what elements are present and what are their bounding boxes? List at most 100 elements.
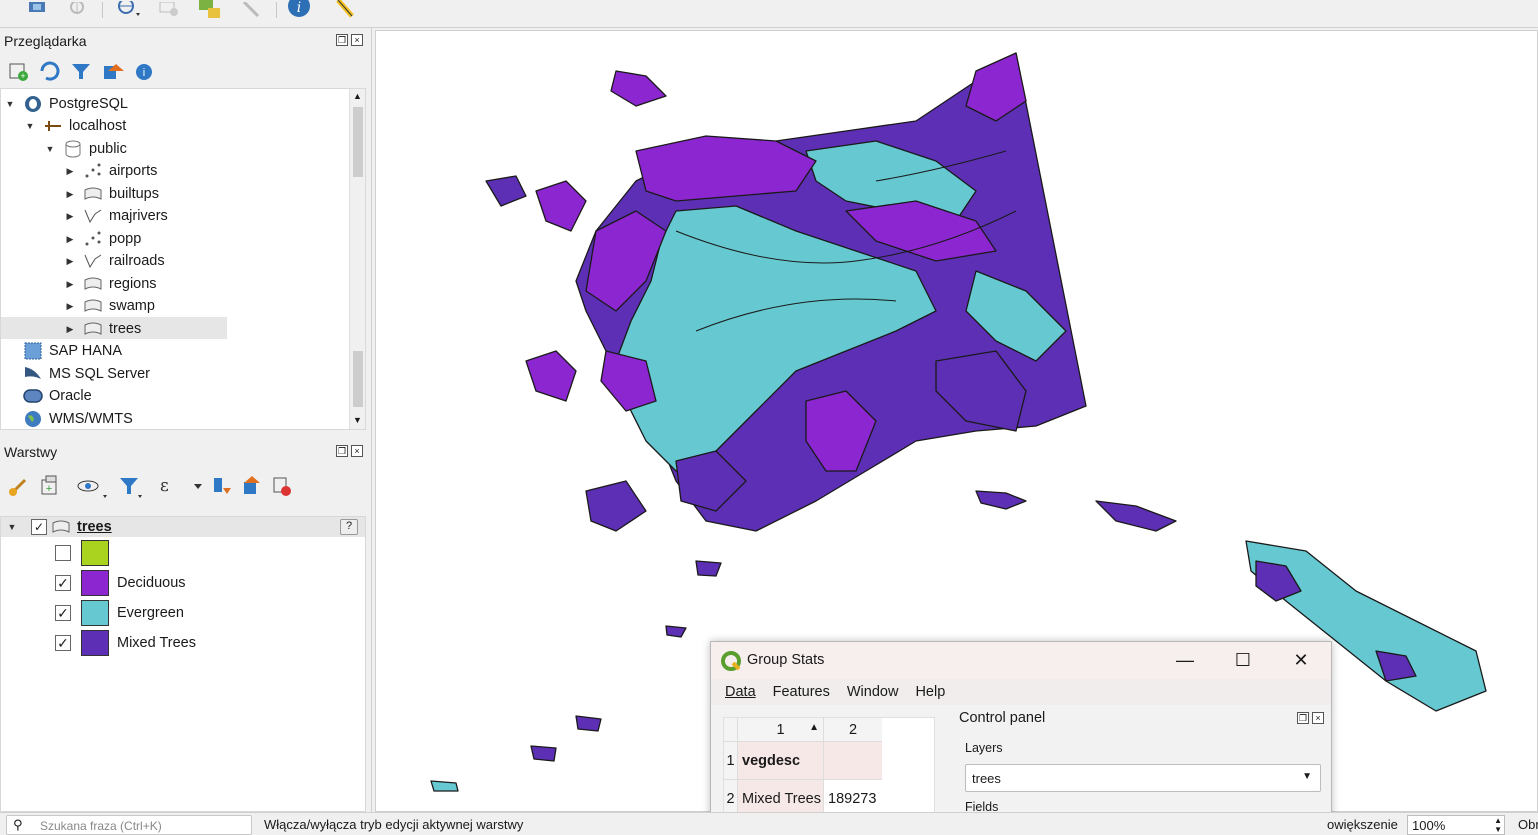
close-panel-icon[interactable]: × <box>351 445 363 457</box>
close-panel-icon[interactable]: × <box>351 34 363 46</box>
collapsed-arrow-icon[interactable]: ▶ <box>65 166 75 176</box>
locator-search[interactable]: ⚲ Szukana fraza (Ctrl+K) <box>6 815 252 835</box>
visibility-icon <box>77 480 107 498</box>
expand-arrow-icon[interactable]: ▼ <box>25 121 35 131</box>
tree-item-sap-hana[interactable]: SAP HANA <box>23 340 122 362</box>
collapsed-arrow-icon[interactable]: ▶ <box>65 211 75 221</box>
legend-swatch <box>81 630 109 656</box>
map-tips-icon[interactable] <box>330 0 356 20</box>
collapsed-arrow-icon[interactable]: ▶ <box>65 256 75 266</box>
search-icon: ⚲ <box>13 817 23 832</box>
collapsed-arrow-icon[interactable]: ▶ <box>65 279 75 289</box>
browser-panel-title: Przeglądarka <box>4 33 87 49</box>
collapsed-arrow-icon[interactable]: ▶ <box>65 234 75 244</box>
polygon-layer-icon <box>83 320 103 338</box>
legend-swatch <box>81 540 109 566</box>
deselect-icon[interactable] <box>156 0 182 20</box>
scroll-thumb-lower[interactable] <box>353 351 363 407</box>
legend-item[interactable]: ✓ Mixed Trees <box>55 629 196 657</box>
map-polygon-mixed <box>585 480 647 532</box>
window-titlebar[interactable]: Group Stats — ☐ ✕ <box>711 642 1331 679</box>
polygon-layer-icon <box>83 275 103 293</box>
pan-map-icon[interactable] <box>24 0 50 20</box>
tree-item-mssql[interactable]: MS SQL Server <box>23 363 150 385</box>
svg-text:+: + <box>20 71 25 81</box>
menu-data[interactable]: Data <box>725 684 756 700</box>
legend-item[interactable] <box>55 539 117 567</box>
tree-label: localhost <box>69 118 127 134</box>
collapsed-arrow-icon[interactable]: ▶ <box>65 189 75 199</box>
expand-arrow-icon[interactable]: ▼ <box>45 144 55 154</box>
tree-item-airports[interactable]: ▶ airports <box>65 160 158 182</box>
menu-bar: Data Features Window Help <box>711 679 1331 705</box>
menu-features[interactable]: Features <box>773 684 830 700</box>
zoom-input[interactable]: 100% ▲ ▼ <box>1407 815 1505 835</box>
legend-item[interactable]: ✓ Evergreen <box>55 599 184 627</box>
map-polygon-deciduous <box>535 180 587 232</box>
tree-item-public[interactable]: ▼ public <box>45 138 127 160</box>
tree-label: Oracle <box>49 388 92 404</box>
tree-item-swamp[interactable]: ▶ swamp <box>65 295 155 317</box>
collapsed-arrow-icon[interactable]: ▶ <box>65 324 75 334</box>
maximize-icon[interactable]: ☐ <box>1231 650 1255 670</box>
select-features-icon[interactable] <box>114 0 140 20</box>
table-cell[interactable]: vegdesc <box>738 742 824 780</box>
map-polygon-mixed <box>665 625 687 638</box>
sort-arrow-icon[interactable]: ▲ <box>809 722 819 733</box>
tree-item-localhost[interactable]: ▼ localhost <box>25 115 127 137</box>
col-header[interactable]: 1 ▲ <box>738 718 824 742</box>
row-header: 1 <box>724 742 738 780</box>
measure-icon[interactable] <box>238 0 264 20</box>
menu-window[interactable]: Window <box>847 684 899 700</box>
float-panel-icon[interactable]: ❐ <box>1297 712 1309 724</box>
col-header[interactable]: 2 <box>824 718 882 742</box>
tree-item-wms[interactable]: WMS/WMTS <box>23 408 133 429</box>
layer-select-value: trees <box>972 770 1001 786</box>
legend-checkbox[interactable]: ✓ <box>55 605 71 621</box>
tree-item-oracle[interactable]: Oracle <box>23 385 92 407</box>
chevron-down-icon[interactable]: ▼ <box>1302 771 1312 782</box>
scroll-down-icon[interactable]: ▼ <box>353 415 362 425</box>
float-panel-icon[interactable]: ❐ <box>336 445 348 457</box>
expand-arrow-icon[interactable]: ▼ <box>7 522 17 532</box>
tree-item-postgresql[interactable]: ▼ PostgreSQL <box>5 93 128 115</box>
help-icon[interactable]: ? <box>340 519 358 535</box>
info-icon[interactable]: i <box>286 0 312 20</box>
browser-scrollbar[interactable]: ▲ ▼ <box>349 89 365 429</box>
legend-checkbox[interactable]: ✓ <box>55 575 71 591</box>
identify-disabled-icon[interactable] <box>64 0 90 20</box>
menu-help[interactable]: Help <box>915 684 945 700</box>
float-panel-icon[interactable]: ❐ <box>336 34 348 46</box>
tree-item-majrivers[interactable]: ▶ majrivers <box>65 205 168 227</box>
tree-item-regions[interactable]: ▶ regions <box>65 273 157 295</box>
legend-item[interactable]: ✓ Deciduous <box>55 569 186 597</box>
layer-row-trees[interactable]: ▼ ✓ trees <box>7 513 112 541</box>
spin-arrows-icon[interactable]: ▲ ▼ <box>1494 816 1502 834</box>
tree-item-railroads[interactable]: ▶ railroads <box>65 250 165 272</box>
scroll-up-icon[interactable]: ▲ <box>353 91 362 101</box>
table-cell[interactable] <box>824 742 882 780</box>
connection-icon <box>43 117 63 135</box>
legend-checkbox[interactable]: ✓ <box>55 635 71 651</box>
legend-checkbox[interactable] <box>55 545 71 561</box>
map-polygon-mixed <box>1095 500 1177 532</box>
expand-arrow-icon[interactable]: ▼ <box>5 99 15 109</box>
tree-label: WMS/WMTS <box>49 411 133 427</box>
left-dock: Przeglądarka ❐ × + i ▼ PostgreSQL ▼ loca… <box>0 28 372 812</box>
close-icon[interactable]: ✕ <box>1289 650 1313 670</box>
scroll-thumb[interactable] <box>353 107 363 177</box>
tree-label: SAP HANA <box>49 343 123 359</box>
collapse-icon <box>104 64 124 79</box>
tree-item-trees[interactable]: ▶ trees <box>65 318 142 340</box>
legend-swatch <box>81 570 109 596</box>
layer-visibility-checkbox[interactable]: ✓ <box>31 519 47 535</box>
attribute-form-icon[interactable] <box>196 0 222 20</box>
map-polygon-deciduous <box>525 350 577 402</box>
layer-select[interactable]: trees ▼ <box>965 764 1321 792</box>
tree-item-builtups[interactable]: ▶ builtups <box>65 183 159 205</box>
minimize-icon[interactable]: — <box>1173 650 1197 670</box>
tree-item-popp[interactable]: ▶ popp <box>65 228 142 250</box>
close-panel-icon[interactable]: × <box>1312 712 1324 724</box>
collapsed-arrow-icon[interactable]: ▶ <box>65 301 75 311</box>
filter-icon <box>72 64 90 79</box>
